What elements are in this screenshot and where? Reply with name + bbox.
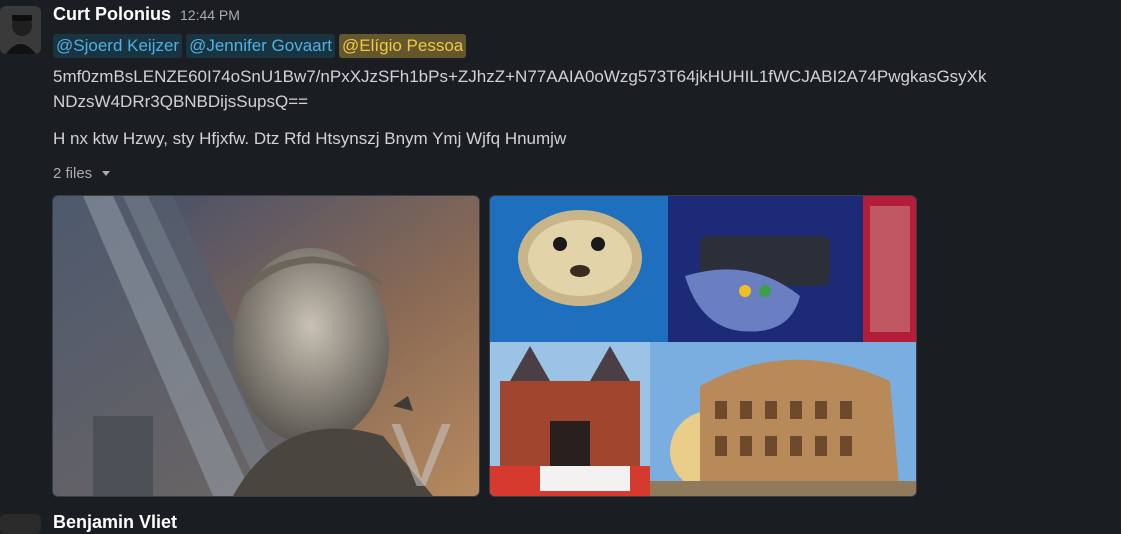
message-line: 5mf0zmBsLENZE60I74oSnU1Bw7/nPxXJzSFh1bPs…: [53, 67, 987, 86]
message-line: NDzsW4DRr3QBNBDijsSupsQ==: [53, 92, 309, 111]
files-toggle[interactable]: 2 files: [53, 161, 1111, 185]
mention-eligio[interactable]: @Elígio Pessoa: [339, 33, 467, 58]
message: Curt Polonius 12:44 PM @Sjoerd Keijzer @…: [53, 4, 1111, 185]
collage-image[interactable]: [489, 195, 917, 497]
statue-image[interactable]: V: [52, 195, 480, 497]
v-watermark: V: [391, 406, 451, 496]
next-author-name[interactable]: Benjamin Vliet: [53, 513, 177, 531]
author-name[interactable]: Curt Polonius: [53, 4, 171, 25]
timestamp[interactable]: 12:44 PM: [180, 7, 240, 23]
message-line: H nx ktw Hzwy, sty Hfjxfw. Dtz Rfd Htsyn…: [53, 129, 567, 148]
mention-list: @Sjoerd Keijzer @Jennifer Govaart @Elígi…: [53, 32, 1111, 59]
mention-sjoerd[interactable]: @Sjoerd Keijzer: [53, 33, 183, 58]
next-author-avatar[interactable]: [0, 514, 41, 534]
caret-down-icon: [102, 170, 111, 176]
mention-jennifer[interactable]: @Jennifer Govaart: [186, 33, 336, 58]
author-avatar[interactable]: [0, 6, 41, 54]
files-label: 2 files: [53, 164, 93, 182]
